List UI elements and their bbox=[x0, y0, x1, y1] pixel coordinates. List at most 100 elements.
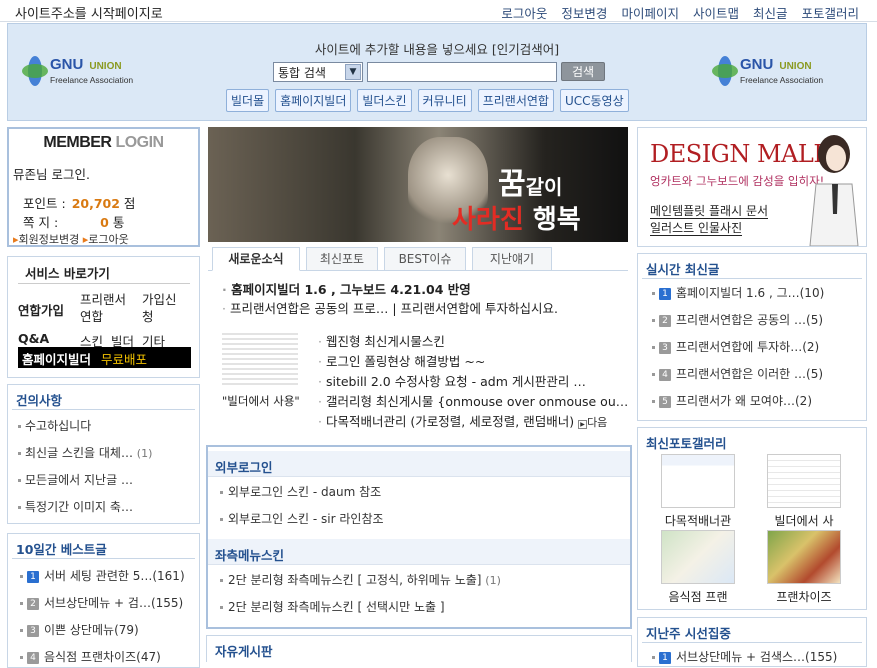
list-item[interactable]: 2단 분리형 좌측메뉴스킨 [ 선택시만 노출 ] bbox=[220, 598, 445, 615]
quick-button-homepage-builder[interactable]: 홈페이지빌더 bbox=[275, 89, 352, 112]
quick-button-freelance-union[interactable]: 프리랜서연합 bbox=[477, 89, 554, 112]
news-list-item[interactable]: 로그인 폴링현상 해결방법 ~~ bbox=[318, 351, 485, 370]
list-item[interactable]: 1 서브상단메뉴 + 검색스…(155) bbox=[652, 648, 837, 665]
point-row[interactable]: 포인트 :20,702 점 bbox=[23, 193, 135, 212]
latest-link[interactable]: 최신글 bbox=[753, 3, 788, 22]
list-item[interactable]: 3 프리랜서연합에 투자하…(2) bbox=[652, 338, 819, 355]
news-list-item[interactable]: 갤러리형 최신게시물 {onmouse over onmouse ou… bbox=[318, 391, 628, 410]
logo-union-text: UNION bbox=[89, 61, 122, 72]
list-item[interactable]: 수고하십니다 bbox=[18, 417, 91, 434]
more-link[interactable]: ▶ 다음 bbox=[578, 416, 607, 429]
list-item[interactable]: 모든글에서 지난글 … bbox=[18, 471, 133, 488]
news-list-item[interactable]: 웹진형 최신게시물스킨 bbox=[318, 331, 445, 350]
logo-orb-icon bbox=[712, 56, 738, 86]
suggestion-title: 건의사항 bbox=[16, 393, 63, 408]
outlogin-title[interactable]: 외부로그인 bbox=[208, 451, 630, 477]
banner-line1-small: 같이 bbox=[525, 175, 563, 199]
list-item[interactable]: 외부로그인 스킨 - daum 참조 bbox=[220, 483, 381, 500]
realtime-box: 실시간 최신글 1 홈페이지빌더 1.6 , 그…(10) 2 프리랜서연합은 공동… bbox=[637, 253, 867, 421]
tab-past-story[interactable]: 지난얘기 bbox=[472, 247, 552, 271]
gnu-logo-left[interactable]: GNU UNION Freelance Association bbox=[18, 54, 153, 90]
list-item[interactable]: 1 서버 세팅 관련한 5…(161) bbox=[20, 567, 185, 584]
tab-news[interactable]: 새로운소식 bbox=[212, 247, 300, 271]
login-user: 뮤존님 로그인. bbox=[13, 167, 90, 182]
banner-line2-white: 행복 bbox=[532, 205, 581, 235]
edit-info-link[interactable]: 정보변경 bbox=[561, 3, 607, 22]
list-item[interactable]: 2단 분리형 좌측메뉴스킨 [ 고정식, 하위메뉴 노출] (1) bbox=[220, 571, 501, 588]
logout-link-box[interactable]: 로그아웃 bbox=[88, 233, 128, 246]
photo-item[interactable]: 음식점 프랜 bbox=[658, 530, 738, 605]
list-item[interactable]: 4 프리랜서연합은 이러한 …(5) bbox=[652, 365, 823, 382]
top-links: 로그아웃 정보변경 마이페이지 사이트맵 최신글 포토갤러리 bbox=[501, 3, 859, 22]
mypage-link[interactable]: 마이페이지 bbox=[621, 3, 679, 22]
sitemap-link[interactable]: 사이트맵 bbox=[693, 3, 739, 22]
play-icon: ▶ bbox=[578, 420, 588, 429]
quick-button-ucc-video[interactable]: UCC동영상 bbox=[559, 89, 629, 112]
list-item[interactable]: 외부로그인 스킨 - sir 라인참조 bbox=[220, 510, 384, 527]
tab-latest-photo[interactable]: 최신포토 bbox=[306, 247, 378, 271]
news-headline[interactable]: 홈페이지빌더 1.6 , 그누보드 4.21.04 반영 bbox=[222, 279, 471, 298]
search-input[interactable] bbox=[367, 62, 557, 82]
logout-link[interactable]: 로그아웃 bbox=[501, 3, 547, 22]
free-board-title[interactable]: 자유게시판 bbox=[215, 641, 273, 660]
memo-row[interactable]: 쪽 지 :0 통 bbox=[23, 212, 124, 231]
gnu-logo-right[interactable]: GNU UNION Freelance Association bbox=[708, 54, 843, 90]
list-item[interactable]: 특정기간 이미지 축… bbox=[18, 498, 133, 515]
logo-main-text: GNU bbox=[740, 56, 774, 73]
quick-buttons: 빌더몰 홈페이지빌더 빌더스킨 커뮤니티 프리랜서연합 UCC동영상 bbox=[226, 89, 629, 112]
logo-orb-icon bbox=[22, 56, 48, 86]
photo-gallery-box: 최신포토갤러리 다목적배너관 빌더에서 사 음식점 프랜 프랜차이즈 bbox=[637, 427, 867, 610]
board-box: 외부로그인 외부로그인 스킨 - daum 참조 외부로그인 스킨 - sir … bbox=[206, 445, 632, 629]
list-item[interactable]: 2 프리랜서연합은 공동의 …(5) bbox=[652, 311, 823, 328]
main-banner[interactable]: 꿈같이 사라진 행복 bbox=[208, 127, 628, 242]
banner-line2-red: 사라진 bbox=[452, 205, 524, 235]
banner-line1-big: 꿈 bbox=[498, 167, 526, 202]
rank-badge: 2 bbox=[27, 597, 39, 610]
memo-value: 0 bbox=[100, 215, 109, 230]
list-item[interactable]: 1 홈페이지빌더 1.6 , 그…(10) bbox=[652, 284, 824, 301]
best10-box: 10일간 베스트글 1 서버 세팅 관련한 5…(161) 2 서브상단메뉴 + 검… bbox=[7, 533, 200, 668]
list-item[interactable]: 3 이쁜 상단메뉴(79) bbox=[20, 621, 139, 638]
quick-button-builder-skin[interactable]: 빌더스킨 bbox=[357, 89, 412, 112]
photo-thumb bbox=[661, 530, 735, 584]
homepage-builder-banner[interactable]: 홈페이지빌더 무료배포 bbox=[18, 347, 191, 368]
rank-badge: 2 bbox=[659, 314, 671, 327]
leftmenu-title[interactable]: 좌측메뉴스킨 bbox=[208, 539, 630, 565]
free-board-box: 자유게시판 bbox=[206, 635, 632, 662]
design-mall-ad[interactable]: DESIGN MALL 엉카트와 그누보드에 감성을 입히자! 메인템플릿 플래… bbox=[637, 127, 867, 247]
service-shortcuts: 서비스 바로가기 연합가입 프리랜서 연합 가입신 청 Q&A 스킨 빌더 기타 홈… bbox=[7, 256, 200, 378]
photo-item[interactable]: 다목적배너관 bbox=[658, 454, 738, 529]
realtime-title: 실시간 최신글 bbox=[646, 262, 720, 277]
ad-illustration bbox=[809, 135, 859, 246]
edit-profile-link[interactable]: 회원정보변경 bbox=[19, 233, 80, 246]
list-item[interactable]: 2 서브상단메뉴 + 검…(155) bbox=[20, 594, 183, 611]
logo-union-text: UNION bbox=[779, 61, 812, 72]
quick-button-community[interactable]: 커뮤니티 bbox=[417, 89, 472, 112]
rank-badge: 5 bbox=[659, 395, 671, 408]
photo-thumb bbox=[767, 530, 841, 584]
news-list-item[interactable]: 다목적배너관리 (가로정렬, 세로정렬, 랜덤배너) ▶다음 bbox=[318, 411, 607, 430]
list-item[interactable]: 4 음식점 프랜차이즈(47) bbox=[20, 648, 161, 665]
apply-link[interactable]: 가입신 청 bbox=[142, 291, 177, 325]
photo-gallery-link[interactable]: 포토갤러리 bbox=[801, 3, 859, 22]
chevron-down-icon: ▼ bbox=[345, 64, 361, 80]
search-button[interactable]: 검색 bbox=[561, 62, 605, 81]
photo-item[interactable]: 빌더에서 사 bbox=[764, 454, 844, 529]
quick-button-buildermall[interactable]: 빌더몰 bbox=[226, 89, 270, 112]
search-bar: 통합 검색 ▼ 검색 bbox=[273, 62, 605, 82]
point-value: 20,702 bbox=[71, 196, 120, 211]
login-title: MEMBER LOGIN bbox=[23, 134, 184, 154]
news-sub[interactable]: 프리랜서연합은 공동의 프로… | 프리랜서연합에 투자하십시요. bbox=[222, 298, 558, 317]
lastweek-box: 지난주 시선집중 1 서브상단메뉴 + 검색스…(155) bbox=[637, 617, 867, 667]
news-list-item[interactable]: sitebill 2.0 수정사항 요청 - adm 게시판관리 … bbox=[318, 371, 586, 390]
freelance-union-link[interactable]: 프리랜서 연합 bbox=[80, 291, 126, 325]
photo-item[interactable]: 프랜차이즈 bbox=[764, 530, 844, 605]
member-login-box: MEMBER LOGIN 뮤존님 로그인. 포인트 :20,702 점 쪽 지 … bbox=[7, 127, 200, 247]
list-item[interactable]: 최신글 스킨을 대체… (1) bbox=[18, 444, 152, 461]
tab-best-issue[interactable]: BEST이슈 bbox=[384, 247, 466, 271]
set-homepage-link[interactable]: 사이트주소를 시작페이지로 bbox=[15, 3, 163, 22]
rank-badge: 4 bbox=[659, 368, 671, 381]
list-item[interactable]: 5 프리랜서가 왜 모여야…(2) bbox=[652, 392, 812, 409]
news-thumbnail[interactable] bbox=[222, 330, 298, 386]
search-scope-select[interactable]: 통합 검색 ▼ bbox=[273, 62, 363, 82]
